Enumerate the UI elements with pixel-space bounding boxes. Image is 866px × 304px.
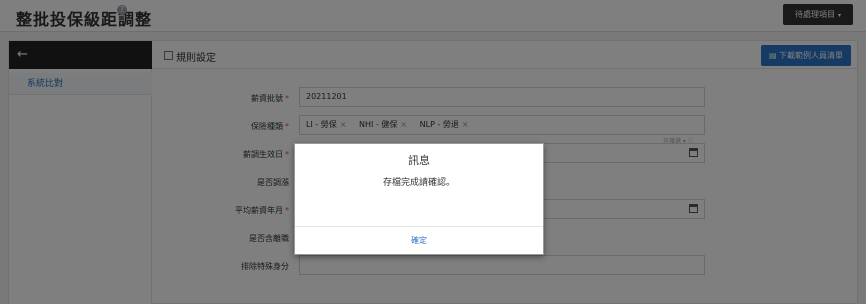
- ok-button[interactable]: 確定: [295, 227, 543, 255]
- message-dialog: 訊息 存檔完成請確認。 確定: [294, 143, 544, 255]
- dialog-message: 存檔完成請確認。: [382, 178, 455, 188]
- dialog-footer: 確定: [295, 226, 543, 254]
- dialog-title: 訊息: [408, 154, 430, 167]
